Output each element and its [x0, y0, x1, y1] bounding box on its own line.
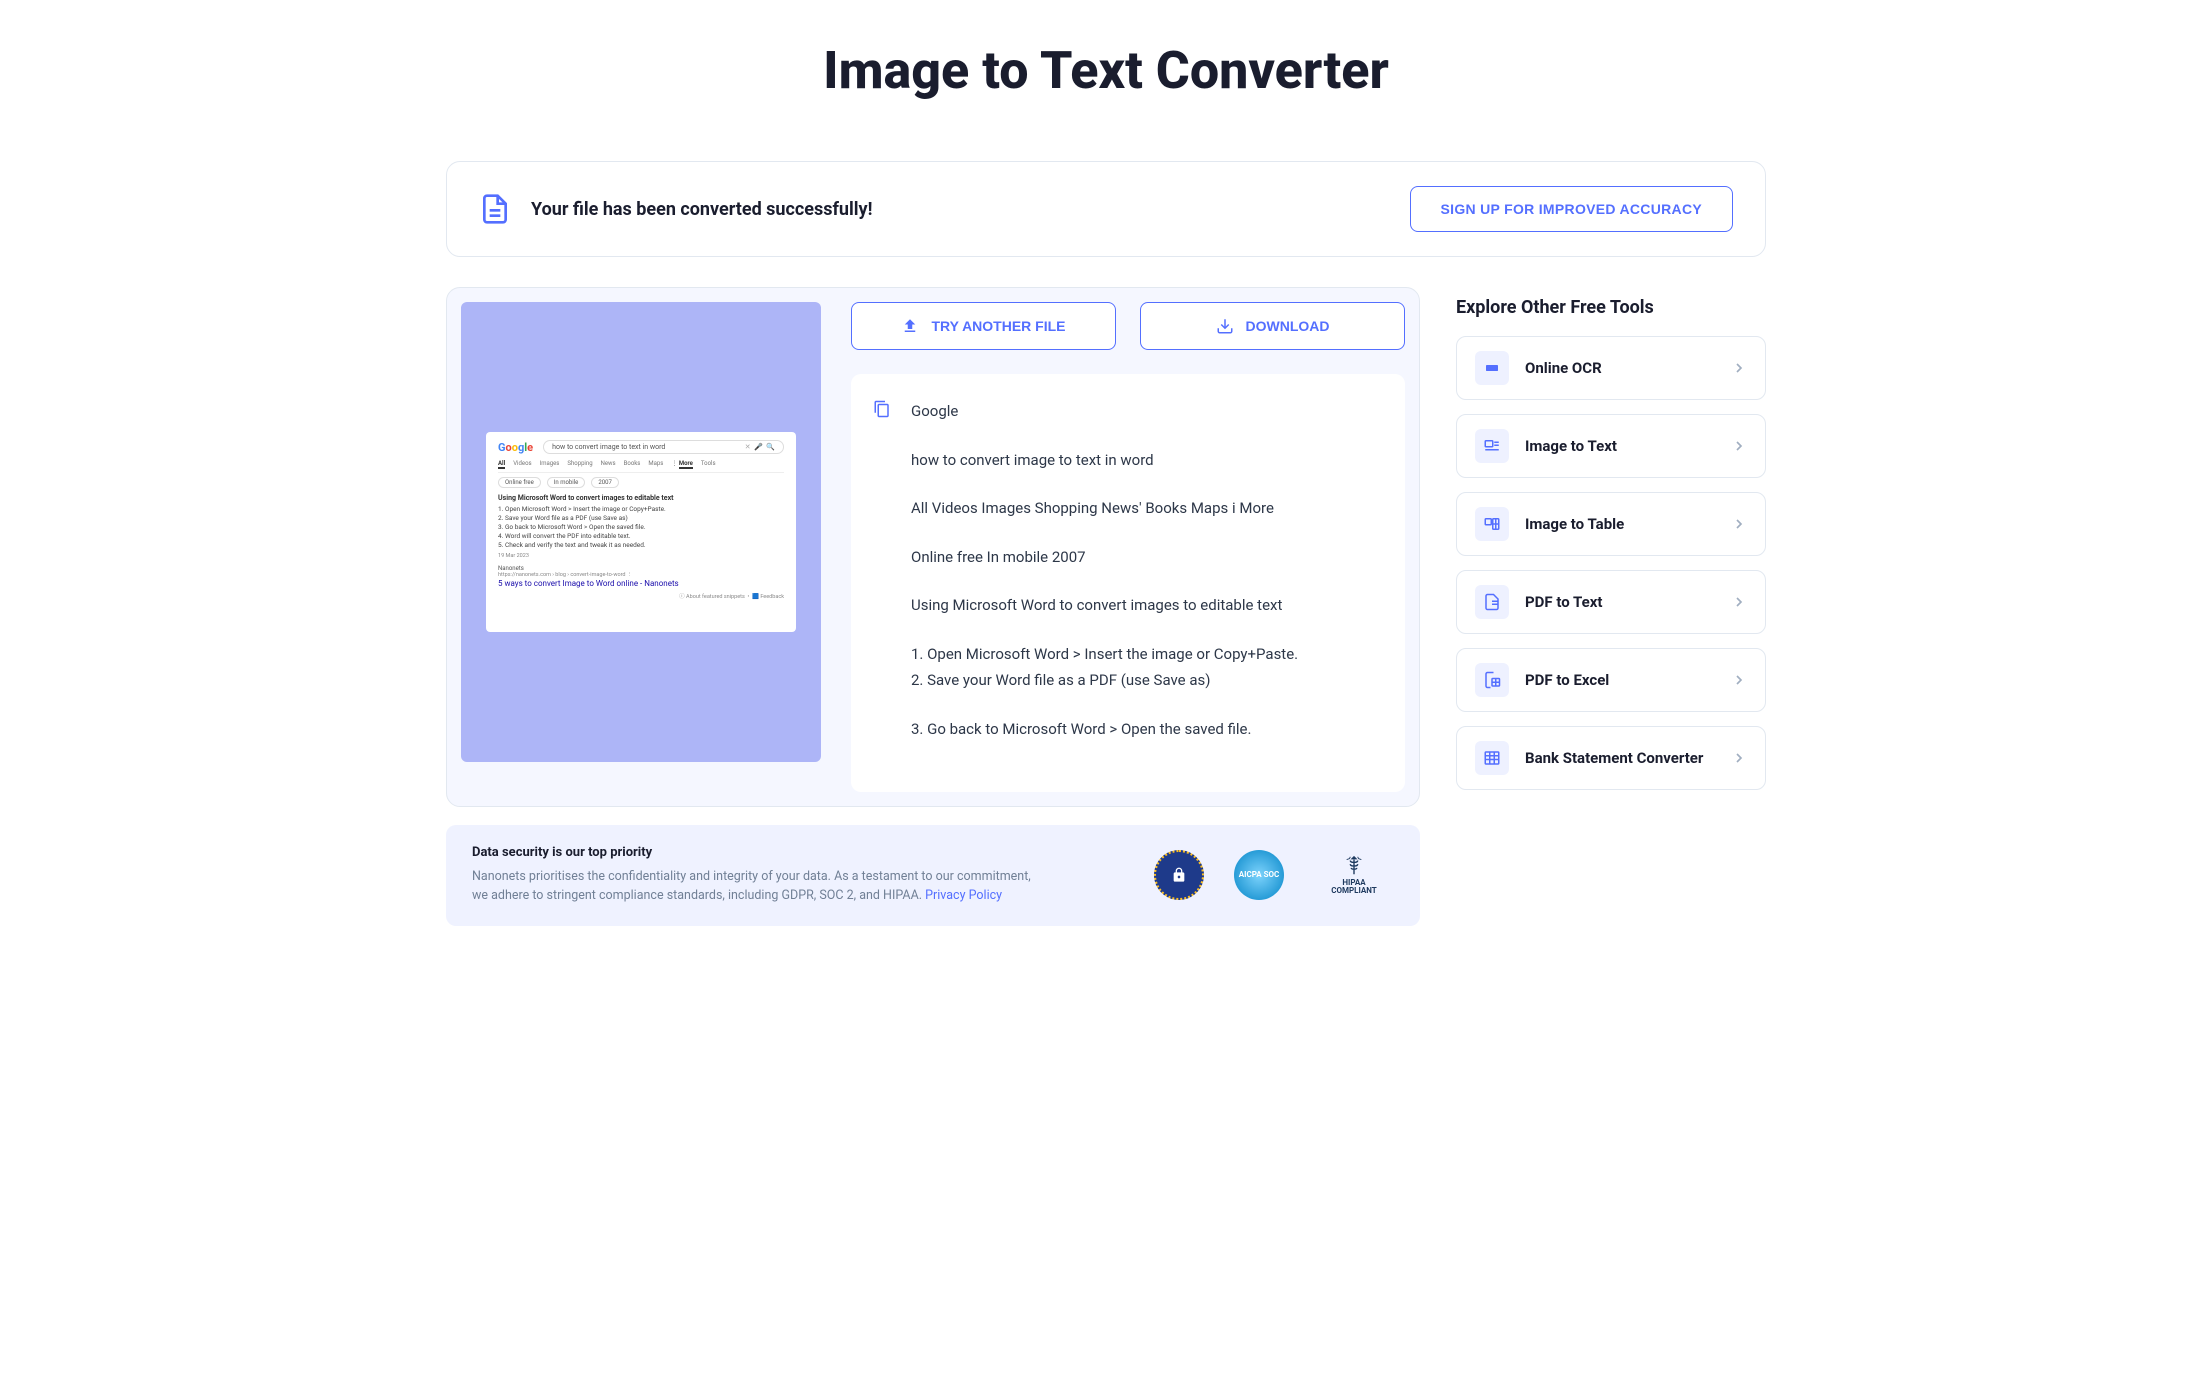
download-icon: [1216, 317, 1234, 335]
tool-label: Online OCR: [1525, 359, 1715, 377]
page-title: Image to Text Converter: [446, 40, 1766, 101]
output-box: Google how to convert image to text in w…: [851, 374, 1405, 792]
google-logo: Google: [498, 441, 533, 454]
tool-card-image-to-table[interactable]: Image to Table: [1456, 492, 1766, 556]
tool-card-online-ocr[interactable]: Online OCR: [1456, 336, 1766, 400]
tool-label: Image to Table: [1525, 515, 1715, 533]
security-heading: Data security is our top priority: [472, 845, 1032, 860]
preview-search-bar: how to convert image to text in word ✕ 🎤…: [543, 440, 784, 454]
preview-date: 19 Mar 2023: [498, 553, 784, 559]
sidebar-title: Explore Other Free Tools: [1456, 297, 1766, 318]
chevron-right-icon: [1731, 672, 1747, 688]
lock-icon: [1171, 867, 1187, 883]
input-preview: Google how to convert image to text in w…: [461, 302, 821, 762]
output-line: Online free In mobile 2007: [911, 546, 1298, 569]
bank-icon: [1475, 741, 1509, 775]
file-success-icon: [479, 193, 511, 225]
preview-result: Nanonets https://nanonets.com › blog › c…: [498, 565, 784, 588]
image-text-icon: [1475, 429, 1509, 463]
try-another-label: TRY ANOTHER FILE: [931, 318, 1065, 334]
ocr-icon: [1475, 351, 1509, 385]
output-line: Google: [911, 400, 1298, 423]
tool-card-bank-statement[interactable]: Bank Statement Converter: [1456, 726, 1766, 790]
security-body: Nanonets prioritises the confidentiality…: [472, 868, 1032, 906]
privacy-policy-link[interactable]: Privacy Policy: [925, 888, 1002, 903]
output-line: 3. Go back to Microsoft Word > Open the …: [911, 718, 1298, 741]
chevron-right-icon: [1731, 516, 1747, 532]
tool-label: PDF to Text: [1525, 593, 1715, 611]
output-text: Google how to convert image to text in w…: [911, 400, 1298, 766]
signup-button[interactable]: SIGN UP FOR IMPROVED ACCURACY: [1410, 186, 1734, 232]
chevron-right-icon: [1731, 360, 1747, 376]
security-bar: Data security is our top priority Nanone…: [446, 825, 1420, 926]
upload-icon: [901, 317, 919, 335]
tool-label: Image to Text: [1525, 437, 1715, 455]
chevron-right-icon: [1731, 594, 1747, 610]
chevron-right-icon: [1731, 438, 1747, 454]
preview-thumbnail: Google how to convert image to text in w…: [486, 432, 796, 632]
hipaa-badge: HIPAACOMPLIANT: [1314, 850, 1394, 900]
copy-icon[interactable]: [873, 400, 891, 418]
success-message: Your file has been converted successfull…: [531, 199, 872, 220]
tool-label: PDF to Excel: [1525, 671, 1715, 689]
try-another-file-button[interactable]: TRY ANOTHER FILE: [851, 302, 1116, 350]
pdf-text-icon: [1475, 585, 1509, 619]
preview-snippet-list: 1. Open Microsoft Word > Insert the imag…: [498, 505, 784, 550]
preview-filters: Online free In mobile 2007: [498, 477, 784, 488]
output-line: Using Microsoft Word to convert images t…: [911, 594, 1298, 617]
image-table-icon: [1475, 507, 1509, 541]
preview-tabs: All Videos Images Shopping News Books Ma…: [498, 460, 784, 473]
preview-footer: ⓘ About featured snippets • 🟦 Feedback: [498, 592, 784, 600]
soc-badge: AICPA SOC: [1234, 850, 1284, 900]
download-label: DOWNLOAD: [1246, 318, 1330, 334]
pdf-excel-icon: [1475, 663, 1509, 697]
tool-card-pdf-to-text[interactable]: PDF to Text: [1456, 570, 1766, 634]
output-line: 1. Open Microsoft Word > Insert the imag…: [911, 643, 1298, 666]
tool-card-image-to-text[interactable]: Image to Text: [1456, 414, 1766, 478]
preview-snippet-heading: Using Microsoft Word to convert images t…: [498, 494, 784, 502]
output-line: 2. Save your Word file as a PDF (use Sav…: [911, 669, 1298, 692]
tool-card-pdf-to-excel[interactable]: PDF to Excel: [1456, 648, 1766, 712]
output-line: how to convert image to text in word: [911, 449, 1298, 472]
download-button[interactable]: DOWNLOAD: [1140, 302, 1405, 350]
chevron-right-icon: [1731, 750, 1747, 766]
work-panel: Google how to convert image to text in w…: [446, 287, 1420, 807]
gdpr-badge: [1154, 850, 1204, 900]
sidebar: Explore Other Free Tools Online OCR Imag…: [1456, 287, 1766, 804]
success-bar: Your file has been converted successfull…: [446, 161, 1766, 257]
tool-label: Bank Statement Converter: [1525, 749, 1715, 767]
caduceus-icon: [1340, 855, 1368, 877]
output-line: All Videos Images Shopping News' Books M…: [911, 497, 1298, 520]
